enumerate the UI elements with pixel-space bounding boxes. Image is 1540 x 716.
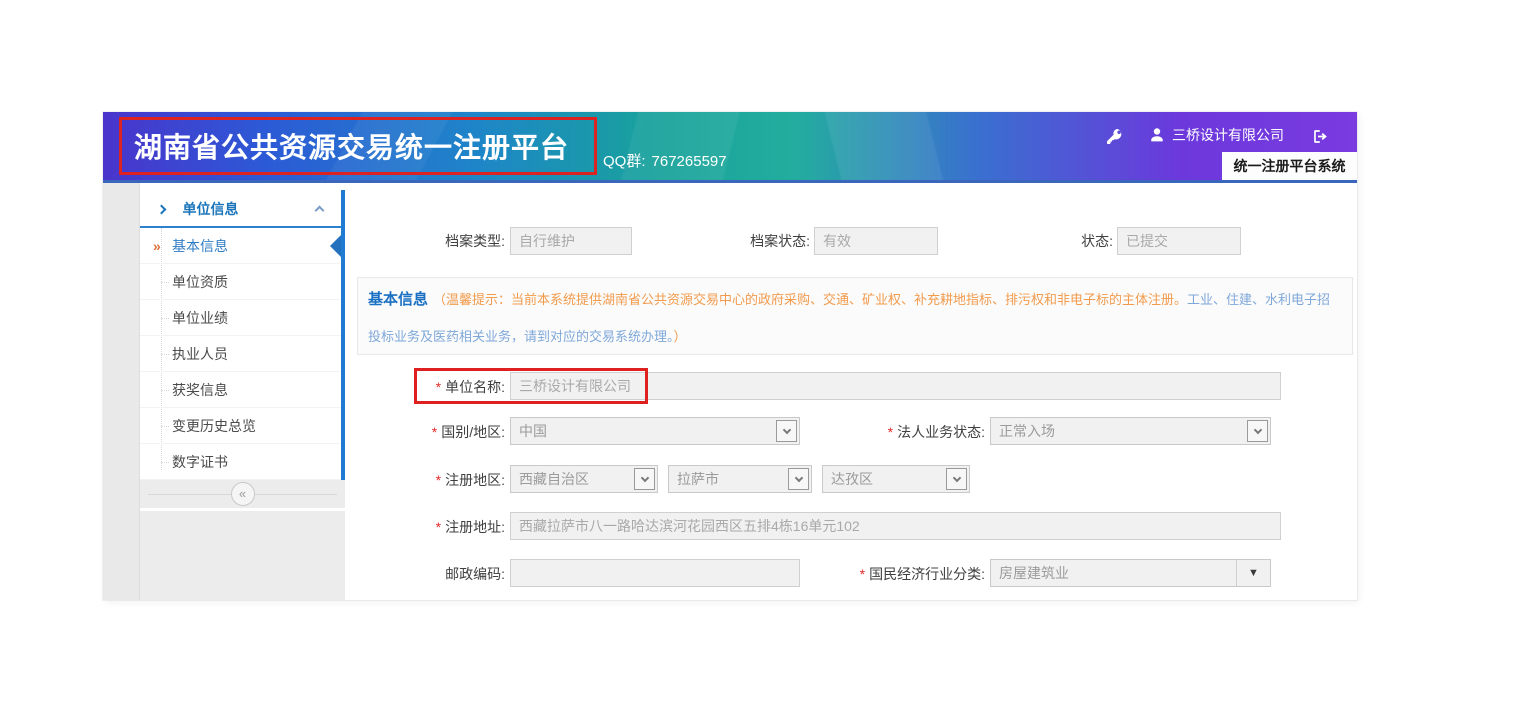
required-star: *: [860, 566, 865, 582]
qq-group-label: QQ群:: [603, 153, 646, 170]
left-gutter: [103, 183, 140, 600]
required-star: *: [432, 424, 437, 440]
collapse-sidebar-button[interactable]: «: [231, 482, 255, 506]
logout-icon[interactable]: [1311, 127, 1329, 145]
sidebar-item-label: 获奖信息: [172, 382, 228, 398]
section-tip-orange: （温馨提示：当前本系统提供湖南省公共资源交易中心的政府采购、交通、矿业权、补充耕…: [433, 292, 1187, 307]
section-title: 基本信息: [368, 291, 428, 308]
legal-status-label: *法人业务状态:: [825, 417, 985, 447]
sidebar-item-basic-info[interactable]: » 基本信息: [140, 228, 341, 264]
dropdown-arrow-icon: [946, 468, 967, 490]
section-tip-close: ）: [674, 329, 687, 344]
sidebar-item-label: 数字证书: [172, 454, 228, 470]
chevron-right-icon: [157, 205, 167, 215]
sidebar-item-label: 基本信息: [172, 238, 228, 254]
province-select[interactable]: 西藏自治区: [510, 465, 658, 493]
address-label: *注册地址:: [345, 512, 505, 542]
sidebar-filler: [140, 511, 345, 600]
country-label: *国别/地区:: [345, 417, 505, 447]
user-company-name: 三桥设计有限公司: [1172, 125, 1284, 145]
key-icon[interactable]: [1105, 127, 1123, 145]
legal-status-select[interactable]: 正常入场: [990, 417, 1271, 445]
archive-type-field[interactable]: 自行维护: [510, 227, 632, 255]
sidebar-item-label: 单位业绩: [172, 310, 228, 326]
page-background: 湖南省公共资源交易统一注册平台 QQ群: 767265597 三桥设计有限公司 统…: [0, 0, 1540, 716]
user-icon: [1149, 127, 1166, 144]
sidebar-item-label: 单位资质: [172, 274, 228, 290]
postal-code-label: 邮政编码:: [345, 559, 505, 589]
country-select[interactable]: 中国: [510, 417, 800, 445]
archive-status-label: 档案状态:: [650, 227, 810, 255]
sidebar-menu-block: 单位信息 » 基本信息 单位资质 单位业绩: [140, 190, 345, 480]
sidebar-group-unit-info[interactable]: 单位信息: [140, 190, 341, 228]
postal-code-field[interactable]: [510, 559, 800, 587]
sidebar-group-title: 单位信息: [182, 201, 238, 217]
required-star: *: [436, 379, 441, 395]
industry-select[interactable]: 房屋建筑业 ▼: [990, 559, 1271, 587]
main-content: 档案类型: 自行维护 档案状态: 有效 状态: 已提交 基本信息 （温馨提示：当前…: [345, 183, 1357, 600]
sidebar-item-unit-qualification[interactable]: 单位资质: [140, 264, 341, 300]
dropdown-arrow-icon: [1247, 420, 1268, 442]
sidebar-item-practitioners[interactable]: 执业人员: [140, 336, 341, 372]
sidebar-item-change-history[interactable]: 变更历史总览: [140, 408, 341, 444]
industry-label: *国民经济行业分类:: [793, 559, 985, 589]
sidebar-item-label: 变更历史总览: [172, 418, 256, 434]
status-label: 状态:: [953, 227, 1113, 255]
required-star: *: [436, 519, 441, 535]
archive-type-label: 档案类型:: [345, 227, 505, 255]
required-star: *: [436, 472, 441, 488]
address-field[interactable]: 西藏拉萨市八一路哈达滨河花园西区五排4栋16单元102: [510, 512, 1281, 540]
user-menu[interactable]: 三桥设计有限公司: [1149, 125, 1284, 145]
city-select[interactable]: 拉萨市: [668, 465, 812, 493]
region-label: *注册地区:: [345, 465, 505, 495]
status-field[interactable]: 已提交: [1117, 227, 1241, 255]
qq-group-number: 767265597: [652, 153, 727, 170]
dropdown-arrow-icon: [776, 420, 797, 442]
sidebar-item-unit-performance[interactable]: 单位业绩: [140, 300, 341, 336]
dropdown-arrow-icon: [634, 468, 655, 490]
system-tab[interactable]: 统一注册平台系统: [1222, 152, 1357, 180]
dropdown-arrow-icon: [788, 468, 809, 490]
sidebar-menu: » 基本信息 单位资质 单位业绩 执业人员 获奖信息: [140, 228, 341, 480]
active-item-marker-icon: »: [153, 228, 161, 264]
basic-info-section-header: 基本信息 （温馨提示：当前本系统提供湖南省公共资源交易中心的政府采购、交通、矿业权…: [357, 277, 1353, 355]
sidebar-item-digital-certificate[interactable]: 数字证书: [140, 444, 341, 480]
company-name-label: *单位名称:: [345, 372, 505, 402]
qq-group-info: QQ群: 767265597: [603, 150, 727, 171]
app-window: 湖南省公共资源交易统一注册平台 QQ群: 767265597 三桥设计有限公司 统…: [103, 112, 1357, 600]
required-star: *: [888, 424, 893, 440]
sidebar-collapse-bar: «: [140, 480, 345, 508]
app-header: 湖南省公共资源交易统一注册平台 QQ群: 767265597 三桥设计有限公司 统…: [103, 112, 1357, 183]
sidebar: 单位信息 » 基本信息 单位资质 单位业绩: [140, 183, 345, 600]
dropdown-caret-icon: ▼: [1236, 560, 1270, 586]
sidebar-item-label: 执业人员: [172, 346, 228, 362]
district-select[interactable]: 达孜区: [822, 465, 970, 493]
sidebar-item-awards[interactable]: 获奖信息: [140, 372, 341, 408]
chevron-up-icon: [315, 206, 325, 216]
page-title: 湖南省公共资源交易统一注册平台: [134, 126, 569, 166]
company-name-field[interactable]: 三桥设计有限公司: [510, 372, 1281, 400]
archive-status-field[interactable]: 有效: [814, 227, 938, 255]
title-annotation-box: 湖南省公共资源交易统一注册平台: [119, 117, 597, 175]
